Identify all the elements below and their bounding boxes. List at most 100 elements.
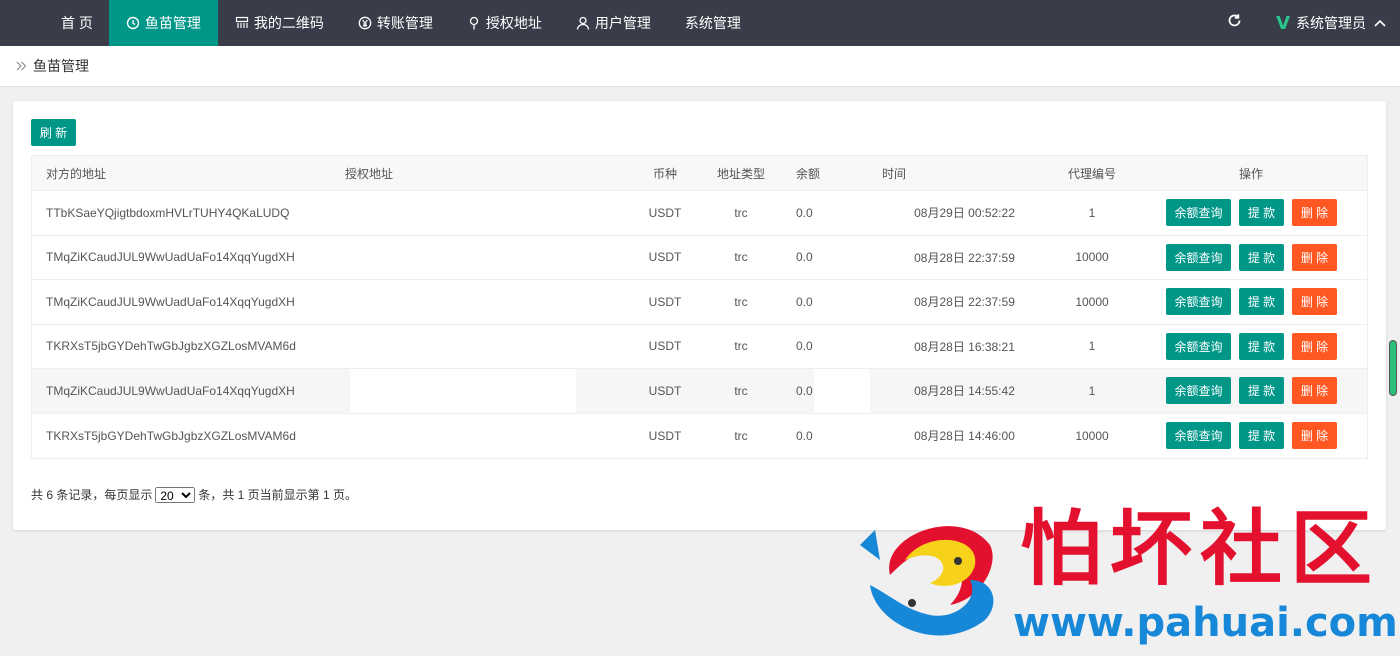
refresh-icon[interactable] xyxy=(1227,13,1242,33)
location-pin-icon xyxy=(467,16,481,30)
watermark: 怕坏社区 www.pahuai.com xyxy=(850,505,1398,651)
watermark-url: www.pahuai.com xyxy=(1013,600,1398,646)
balance-query-button[interactable]: 余额查询 xyxy=(1166,199,1231,227)
qrcode-icon xyxy=(235,16,249,30)
header-auth-address: 授权地址 xyxy=(345,167,394,181)
header-balance: 余额 xyxy=(796,167,821,181)
row-actions: 余额查询 提 款 删 除 xyxy=(1166,325,1337,369)
row-actions: 余额查询 提 款 删 除 xyxy=(1166,369,1337,413)
fish-logo-icon xyxy=(860,526,994,636)
refresh-button[interactable]: 刷 新 xyxy=(31,119,76,146)
nav-item-label: 系统管理 xyxy=(684,15,741,31)
vue-logo-icon: V xyxy=(1276,12,1290,34)
peer-address: TMqZiKCaudJUL9WwUadUaFo14XqqYugdXH xyxy=(46,383,295,398)
table-row: TMqZiKCaudJUL9WwUadUaFo14XqqYugdXH USDT … xyxy=(32,280,1367,325)
balance-query-button[interactable]: 余额查询 xyxy=(1166,288,1231,316)
nav-item-label: 用户管理 xyxy=(594,15,651,31)
breadcrumb: 鱼苗管理 xyxy=(0,46,1400,87)
balance-query-button[interactable]: 余额查询 xyxy=(1166,422,1231,450)
time: 08月28日 14:55:42 xyxy=(914,384,1015,399)
nav-item-label: 首 页 xyxy=(61,15,93,31)
user-menu[interactable]: V 系统管理员 xyxy=(1276,13,1400,34)
nav-item-qrcode[interactable]: 我的二维码 xyxy=(218,0,341,46)
withdraw-button[interactable]: 提 款 xyxy=(1239,288,1284,316)
redacted-balance xyxy=(814,413,870,458)
coin: USDT xyxy=(648,428,682,443)
balance-query-button[interactable]: 余额查询 xyxy=(1166,377,1231,405)
redacted-balance xyxy=(814,191,870,235)
withdraw-button[interactable]: 提 款 xyxy=(1239,243,1284,271)
nav-item-users[interactable]: 用户管理 xyxy=(559,0,668,46)
time: 08月28日 22:37:59 xyxy=(914,250,1015,265)
address-type: trc xyxy=(734,428,748,443)
delete-button[interactable]: 删 除 xyxy=(1292,377,1337,405)
withdraw-button[interactable]: 提 款 xyxy=(1239,377,1284,405)
delete-button[interactable]: 删 除 xyxy=(1292,243,1337,271)
nav-item-fish-management[interactable]: 鱼苗管理 xyxy=(108,0,218,46)
redacted-auth-address xyxy=(350,324,576,368)
redacted-auth-address xyxy=(350,280,576,324)
clock-icon xyxy=(126,16,140,30)
nav-item-label: 转账管理 xyxy=(376,15,433,31)
address-type: trc xyxy=(734,294,748,309)
pagination: 共 6 条记录，每页显示 20 条，共 1 页当前显示第 1 页。 xyxy=(31,486,357,503)
nav-item-home[interactable]: 首 页 xyxy=(0,0,109,46)
page-size-select[interactable]: 20 xyxy=(155,486,196,503)
balance-query-button[interactable]: 余额查询 xyxy=(1166,332,1231,360)
nav-item-auth-address[interactable]: 授权地址 xyxy=(450,0,559,46)
withdraw-button[interactable]: 提 款 xyxy=(1239,199,1284,227)
nav-item-label: 授权地址 xyxy=(485,15,542,31)
coin: USDT xyxy=(648,250,682,265)
redacted-balance xyxy=(814,369,870,413)
header-coin: 币种 xyxy=(652,167,677,181)
nav-item-system[interactable]: 系统管理 xyxy=(668,0,758,46)
coin: USDT xyxy=(648,339,682,354)
delete-button[interactable]: 删 除 xyxy=(1292,422,1337,450)
pager-suffix: 条，共 1 页当前显示第 1 页。 xyxy=(198,488,358,502)
header-actions: 操作 xyxy=(1238,167,1263,181)
header-peer-address: 对方的地址 xyxy=(46,167,107,181)
user-icon xyxy=(576,16,590,30)
redacted-auth-address xyxy=(350,413,576,458)
redacted-auth-address xyxy=(350,191,576,235)
row-actions: 余额查询 提 款 删 除 xyxy=(1166,414,1337,459)
address-type: trc xyxy=(734,339,748,354)
address-type: trc xyxy=(734,250,748,265)
peer-address: TMqZiKCaudJUL9WwUadUaFo14XqqYugdXH xyxy=(46,250,295,265)
withdraw-button[interactable]: 提 款 xyxy=(1239,422,1284,450)
user-name: 系统管理员 xyxy=(1296,15,1366,31)
table-row: TKRXsT5jbGYDehTwGbJgbzXGZLosMVAM6d USDT … xyxy=(32,324,1367,369)
row-actions: 余额查询 提 款 删 除 xyxy=(1166,280,1337,324)
time: 08月28日 22:37:59 xyxy=(914,295,1015,310)
table-header: 对方的地址 授权地址 币种 地址类型 余额 时间 代理编号 操作 xyxy=(32,156,1367,191)
delete-button[interactable]: 删 除 xyxy=(1292,199,1337,227)
table-row: TMqZiKCaudJUL9WwUadUaFo14XqqYugdXH USDT … xyxy=(32,235,1367,280)
redacted-balance xyxy=(814,235,870,279)
agent-id: 1 xyxy=(1088,339,1096,354)
coin: USDT xyxy=(648,205,682,220)
address-type: trc xyxy=(734,383,748,398)
time: 08月28日 16:38:21 xyxy=(914,339,1015,354)
agent-id: 1 xyxy=(1088,205,1096,220)
top-nav-bar: 首 页 鱼苗管理 我的二维码 转账管理 授权地址 用户管理 系统管理 V 系统管… xyxy=(0,0,1400,46)
peer-address: TKRXsT5jbGYDehTwGbJgbzXGZLosMVAM6d xyxy=(46,428,296,443)
delete-button[interactable]: 删 除 xyxy=(1292,332,1337,360)
nav-item-label: 我的二维码 xyxy=(253,15,324,31)
redacted-auth-address xyxy=(350,235,576,279)
redacted-balance xyxy=(814,324,870,368)
nav-item-transfer[interactable]: 转账管理 xyxy=(341,0,450,46)
coin: USDT xyxy=(648,294,682,309)
nav-right: V 系统管理员 xyxy=(1227,0,1400,46)
withdraw-button[interactable]: 提 款 xyxy=(1239,332,1284,360)
scroll-indicator[interactable] xyxy=(1389,340,1397,396)
peer-address: TMqZiKCaudJUL9WwUadUaFo14XqqYugdXH xyxy=(46,294,295,309)
pager-prefix: 共 6 条记录，每页显示 xyxy=(31,488,153,502)
row-actions: 余额查询 提 款 删 除 xyxy=(1166,236,1337,280)
coin: USDT xyxy=(648,383,682,398)
balance-query-button[interactable]: 余额查询 xyxy=(1166,243,1231,271)
time: 08月29日 00:52:22 xyxy=(914,206,1015,221)
address-type: trc xyxy=(734,205,748,220)
chevron-up-icon xyxy=(1374,16,1386,30)
redacted-auth-address xyxy=(350,369,576,413)
delete-button[interactable]: 删 除 xyxy=(1292,288,1337,316)
